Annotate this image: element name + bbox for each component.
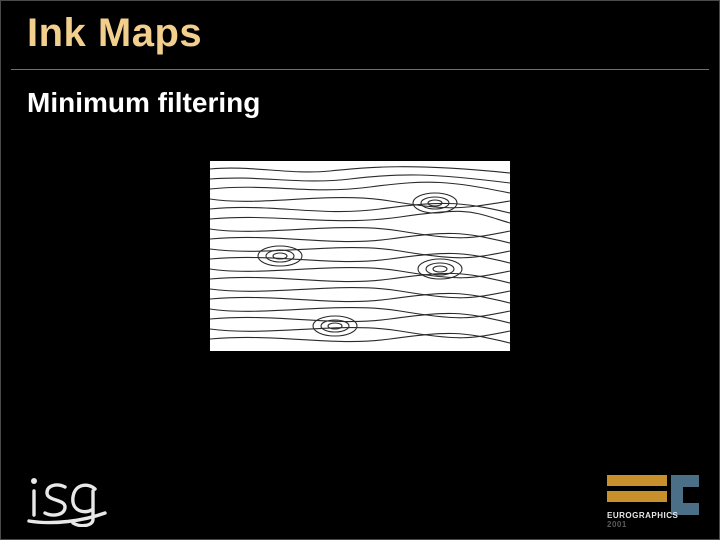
eg-c (671, 475, 699, 515)
eg-bar-top (607, 475, 667, 486)
slide-subtitle: Minimum filtering (27, 87, 260, 119)
slide-title: Ink Maps (27, 11, 202, 56)
eg-bar-bottom (607, 491, 667, 502)
isg-logo (23, 471, 109, 527)
slide: Ink Maps Minimum filtering (0, 0, 720, 540)
eg-caption: EUROGRAPHICS 2001 (607, 511, 699, 529)
eg-caption-white: EUROGRAPHICS (607, 511, 678, 520)
eg-caption-grey: 2001 (607, 520, 627, 529)
title-divider (11, 69, 709, 70)
eg-mark (607, 475, 699, 515)
wood-grain-svg (210, 161, 510, 351)
wood-grain-figure (210, 161, 510, 351)
eurographics-logo: EUROGRAPHICS 2001 (607, 475, 699, 529)
